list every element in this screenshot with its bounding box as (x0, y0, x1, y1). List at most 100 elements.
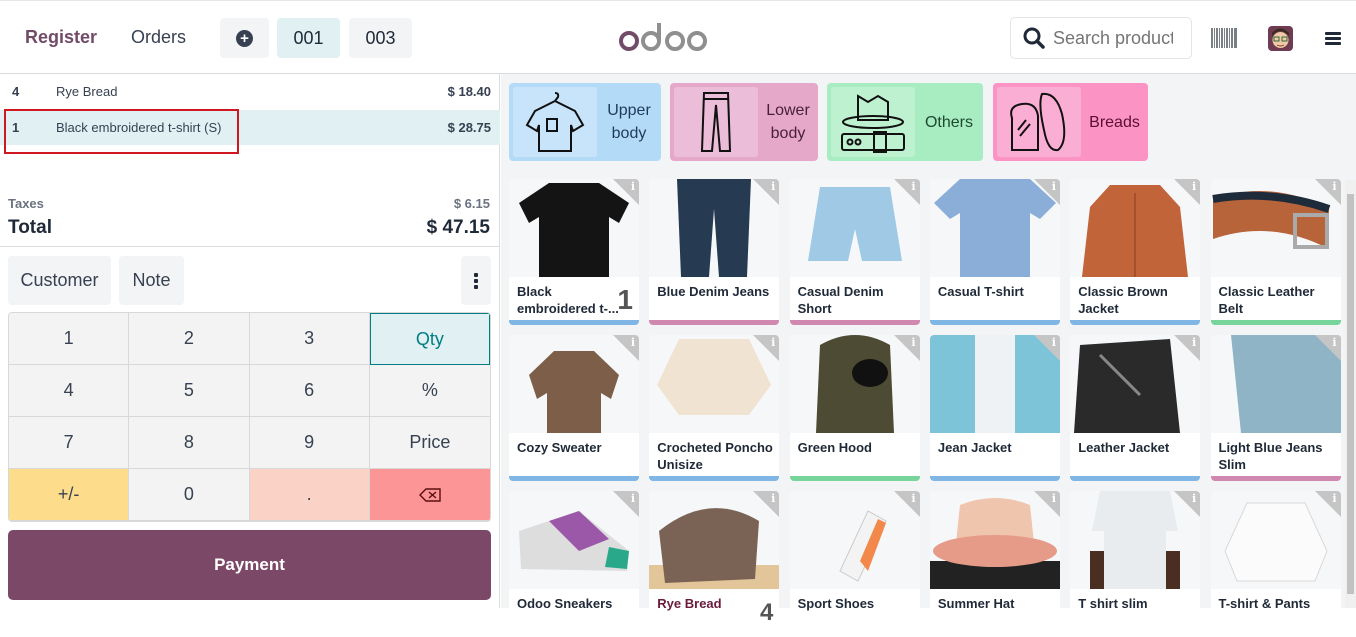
info-corner[interactable] (613, 491, 639, 517)
backspace-icon (418, 487, 441, 502)
numpad-key-7[interactable]: 7 (9, 417, 130, 469)
search-box[interactable] (1010, 17, 1192, 59)
product-card[interactable]: i Cozy Sweater (509, 335, 639, 481)
divider (0, 246, 500, 247)
product-card[interactable]: i Classic Leather Belt (1210, 179, 1341, 325)
info-corner[interactable] (753, 335, 780, 361)
info-corner[interactable] (1033, 491, 1060, 517)
product-card[interactable]: i Light Blue Jeans Slim (1210, 335, 1341, 481)
order-tab-001[interactable]: 001 (277, 18, 340, 58)
info-icon[interactable]: i (1052, 492, 1056, 505)
info-icon[interactable]: i (1052, 336, 1056, 349)
product-name: Rye Bread (657, 596, 722, 611)
product-card[interactable]: i Jean Jacket (929, 335, 1060, 481)
taxes-label: Taxes (8, 196, 44, 211)
numpad-key-8[interactable]: 8 (129, 417, 250, 469)
info-icon[interactable]: i (911, 492, 915, 505)
payment-button[interactable]: Payment (8, 530, 491, 600)
orders-tab[interactable]: Orders (131, 27, 186, 48)
info-icon[interactable]: i (911, 180, 915, 193)
product-card[interactable]: i Crocheted Poncho Unisize (649, 335, 780, 481)
info-corner[interactable] (1174, 491, 1201, 517)
product-card[interactable]: i T-shirt & Pants (1210, 491, 1341, 637)
numpad-key-1[interactable]: 1 (9, 313, 130, 365)
info-icon[interactable]: i (911, 336, 915, 349)
info-corner[interactable] (613, 179, 639, 205)
product-card[interactable]: i Casual T-shirt (929, 179, 1060, 325)
info-icon[interactable]: i (1332, 180, 1336, 193)
order-line[interactable]: 4 Rye Bread $ 18.40 (0, 74, 500, 109)
info-corner[interactable] (893, 335, 920, 361)
numpad-key-4[interactable]: 4 (9, 365, 130, 417)
product-card[interactable]: i Classic Brown Jacket (1070, 179, 1201, 325)
numpad-discount-mode[interactable]: % (369, 365, 490, 417)
order-tab-003[interactable]: 003 (349, 18, 412, 58)
product-card[interactable]: i Rye Bread 4 (649, 491, 780, 637)
info-corner[interactable] (893, 491, 920, 517)
info-icon[interactable]: i (1192, 492, 1196, 505)
user-avatar[interactable] (1268, 26, 1293, 51)
numpad-price-mode[interactable]: Price (369, 417, 490, 469)
info-corner[interactable] (1033, 335, 1060, 361)
numpad-key-6[interactable]: 6 (249, 365, 370, 417)
product-card[interactable]: i Odoo Sneakers (509, 491, 639, 637)
product-scrollbar[interactable] (1345, 180, 1356, 608)
barcode-icon[interactable] (1211, 28, 1237, 48)
customer-button[interactable]: Customer (8, 256, 111, 305)
info-icon[interactable]: i (771, 180, 775, 193)
numpad-decimal[interactable]: . (249, 469, 370, 521)
numpad-key-0[interactable]: 0 (129, 469, 250, 521)
info-corner[interactable] (753, 491, 780, 517)
info-icon[interactable]: i (631, 180, 635, 193)
hamburger-icon[interactable] (1325, 32, 1341, 45)
numpad-backspace[interactable] (369, 469, 490, 521)
order-line-price: $ 18.40 (447, 84, 491, 99)
info-corner[interactable] (1174, 335, 1201, 361)
info-icon[interactable]: i (1192, 180, 1196, 193)
category-breads[interactable]: Breads (993, 83, 1148, 161)
info-icon[interactable]: i (631, 336, 635, 349)
more-actions-button[interactable] (461, 256, 491, 305)
info-icon[interactable]: i (1332, 336, 1336, 349)
info-corner[interactable] (1174, 179, 1201, 205)
numpad-key-9[interactable]: 9 (249, 417, 370, 469)
category-color-bar (789, 320, 920, 325)
register-tab[interactable]: Register (25, 27, 97, 48)
numpad-key-2[interactable]: 2 (129, 313, 250, 365)
info-corner[interactable] (1033, 179, 1060, 205)
numpad-key-5[interactable]: 5 (129, 365, 250, 417)
product-card[interactable]: i Black embroidered t-... 1 (509, 179, 639, 325)
info-corner[interactable] (613, 335, 639, 361)
numpad-sign-toggle[interactable]: +/- (9, 469, 130, 521)
info-corner[interactable] (753, 179, 780, 205)
info-icon[interactable]: i (631, 492, 635, 505)
numpad-qty-mode[interactable]: Qty (369, 313, 490, 365)
category-upper-body[interactable]: Upper body (509, 83, 661, 161)
product-card[interactable]: i T shirt slim (1070, 491, 1201, 637)
top-bar: Register Orders + 001 003 (0, 0, 1356, 74)
numpad-key-3[interactable]: 3 (249, 313, 370, 365)
product-name: Classic Leather Belt (1218, 284, 1315, 316)
note-button[interactable]: Note (119, 256, 184, 305)
info-icon[interactable]: i (1192, 336, 1196, 349)
category-color-bar (929, 476, 1060, 481)
info-corner[interactable] (1314, 491, 1341, 517)
scrollbar-thumb[interactable] (1347, 194, 1354, 594)
search-input[interactable] (1053, 27, 1173, 49)
product-card[interactable]: i Green Hood (789, 335, 920, 481)
info-corner[interactable] (1314, 179, 1341, 205)
category-others[interactable]: Others (827, 83, 983, 161)
info-icon[interactable]: i (1332, 492, 1336, 505)
product-card[interactable]: i Summer Hat (929, 491, 1060, 637)
info-corner[interactable] (1314, 335, 1341, 361)
product-card[interactable]: i Sport Shoes (789, 491, 920, 637)
info-corner[interactable] (893, 179, 920, 205)
info-icon[interactable]: i (771, 492, 775, 505)
product-card[interactable]: i Casual Denim Short (789, 179, 920, 325)
info-icon[interactable]: i (771, 336, 775, 349)
product-card[interactable]: i Blue Denim Jeans (649, 179, 780, 325)
info-icon[interactable]: i (1052, 180, 1056, 193)
add-order-button[interactable]: + (220, 18, 269, 58)
product-card[interactable]: i Leather Jacket (1070, 335, 1201, 481)
category-lower-body[interactable]: Lower body (670, 83, 818, 161)
